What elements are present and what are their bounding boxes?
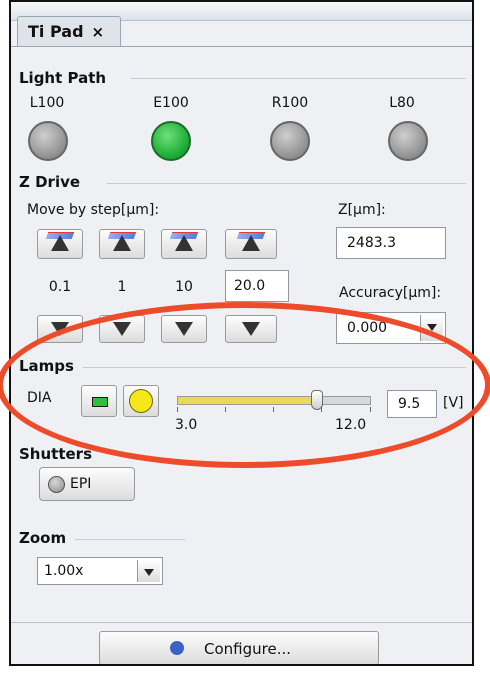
tab-title: Ti Pad — [28, 22, 84, 41]
dia-on-button[interactable] — [123, 385, 159, 417]
voltage-unit-label: [V] — [443, 395, 464, 411]
lamps-group-title: Lamps — [19, 357, 74, 375]
panel-content: Light Path L100 E100 R100 L80 Z Drive Mo… — [11, 47, 472, 664]
light-path-group-line — [131, 78, 466, 79]
epi-shutter-button[interactable]: EPI — [39, 467, 135, 501]
dia-voltage-slider-fill — [178, 397, 317, 404]
gear-icon — [170, 641, 184, 655]
ti-pad-panel: Ti Pad × Light Path L100 E100 R100 L80 Z … — [9, 0, 474, 666]
light-path-button-e100[interactable] — [151, 121, 191, 161]
shutters-group-title: Shutters — [19, 445, 93, 463]
custom-step-field[interactable]: 20.0 — [225, 270, 289, 302]
chevron-down-icon[interactable] — [137, 560, 160, 582]
step-up-button-1[interactable] — [99, 229, 145, 259]
slider-tick — [225, 407, 226, 412]
triangle-up-icon — [51, 235, 69, 251]
configure-label: Configure... — [204, 640, 292, 658]
light-path-label-l80: L80 — [389, 95, 415, 111]
light-path-label-e100: E100 — [153, 95, 189, 111]
lamp-indicator-icon — [92, 397, 108, 407]
accuracy-label: Accuracy[µm]: — [339, 285, 442, 301]
triangle-down-icon — [175, 322, 193, 336]
slider-max-label: 12.0 — [335, 417, 367, 433]
slider-tick — [321, 407, 322, 412]
zoom-group-line — [75, 539, 185, 540]
zoom-value: 1.00x — [44, 563, 84, 579]
zoom-group-title: Zoom — [19, 529, 67, 547]
dia-label: DIA — [27, 390, 52, 406]
dia-voltage-slider-track[interactable] — [177, 396, 371, 405]
step-down-button-10[interactable] — [161, 315, 207, 343]
slider-tick — [177, 407, 178, 412]
step-down-button-custom[interactable] — [225, 315, 277, 343]
light-path-button-r100[interactable] — [270, 121, 310, 161]
step-label-0.1: 0.1 — [48, 279, 72, 295]
z-position-label: Z[µm]: — [338, 202, 386, 218]
step-up-button-custom[interactable] — [225, 229, 277, 259]
shutter-state-icon — [48, 476, 65, 493]
slider-tick — [370, 407, 371, 412]
footer-divider — [11, 622, 472, 623]
z-drive-group-line — [107, 183, 466, 184]
light-path-button-l80[interactable] — [388, 121, 428, 161]
step-up-button-0.1[interactable] — [37, 229, 83, 259]
move-by-step-label: Move by step[µm]: — [27, 202, 160, 218]
step-label-1: 1 — [117, 279, 127, 295]
z-position-field[interactable]: 2483.3 — [336, 227, 446, 259]
light-path-label-l100: L100 — [29, 95, 65, 111]
configure-button[interactable]: Configure... — [99, 631, 379, 664]
triangle-down-icon — [113, 322, 131, 336]
tab-close-icon[interactable]: × — [92, 23, 105, 41]
step-up-button-10[interactable] — [161, 229, 207, 259]
dia-voltage-field[interactable]: 9.5 — [387, 390, 437, 418]
epi-shutter-label: EPI — [70, 476, 92, 492]
slider-min-label: 3.0 — [175, 417, 198, 433]
chevron-down-icon[interactable] — [420, 315, 443, 341]
triangle-up-icon — [113, 235, 131, 251]
light-path-button-l100[interactable] — [28, 121, 68, 161]
triangle-down-icon — [242, 322, 260, 336]
step-down-button-1[interactable] — [99, 315, 145, 343]
step-label-10: 10 — [175, 279, 193, 295]
zoom-select[interactable]: 1.00x — [37, 557, 163, 585]
light-path-label-r100: R100 — [271, 95, 309, 111]
triangle-down-icon — [51, 322, 69, 336]
bulb-icon — [129, 389, 153, 413]
accuracy-select[interactable]: 0.000 — [336, 312, 446, 344]
lamps-group-line — [83, 367, 466, 368]
triangle-up-icon — [175, 235, 193, 251]
slider-tick — [273, 407, 274, 412]
tab-ti-pad[interactable]: Ti Pad × — [17, 16, 121, 47]
dia-toggle-button[interactable] — [81, 385, 117, 417]
light-path-group-title: Light Path — [19, 69, 107, 87]
triangle-up-icon — [242, 235, 260, 251]
accuracy-value: 0.000 — [347, 320, 388, 336]
z-drive-group-title: Z Drive — [19, 173, 81, 191]
step-down-button-0.1[interactable] — [37, 315, 83, 343]
